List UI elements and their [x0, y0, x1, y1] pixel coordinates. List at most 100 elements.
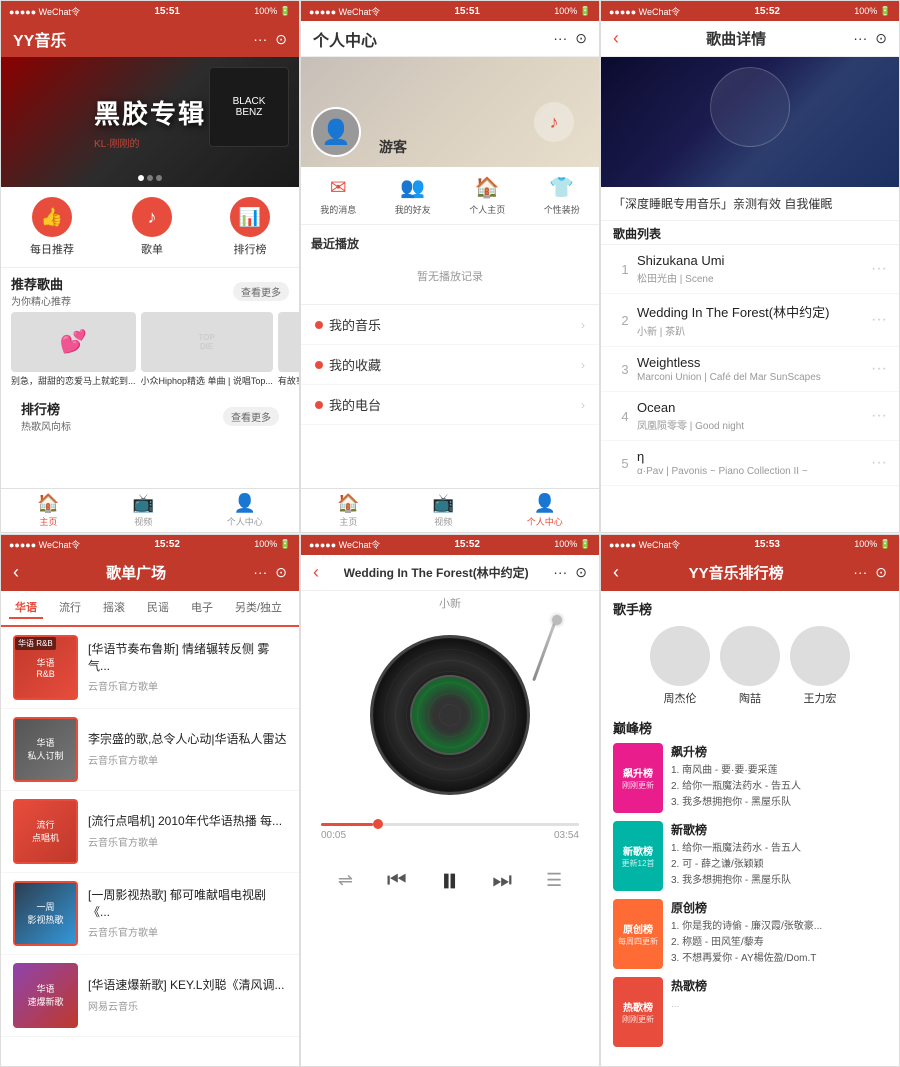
- battery-1: 100% 🔋: [254, 6, 291, 17]
- action-playlist[interactable]: ♪ 歌单: [132, 197, 172, 257]
- menu-left-radio: 我的电台: [315, 395, 381, 414]
- tab-friends-label: 我的好友: [395, 203, 431, 216]
- pl-item-3[interactable]: 流行点唱机 [流行点唱机] 2010年代华语热播 每... 云音乐官方歌单: [1, 791, 299, 873]
- pl-item-5[interactable]: 华语速爆新歌 [华语速爆新歌] KEY.L刘聪《清风调... 网易云音乐: [1, 955, 299, 1037]
- navbar-6: ‹ YY音乐排行榜 ··· ⊙: [601, 555, 899, 591]
- chart-item-1[interactable]: 飙升榜 刚刚更新 飙升榜 1. 南风曲 - 要·要·要采莲 2. 给你一瓶魔法药…: [613, 743, 887, 813]
- chart-item-2[interactable]: 新歌榜 更新12首 新歌榜 1. 给你一瓶魔法药水 - 告五人 2. 可 - 薛…: [613, 821, 887, 891]
- cat-folk[interactable]: 民谣: [141, 597, 175, 619]
- tab-style[interactable]: 👕 个性装扮: [525, 167, 600, 224]
- cat-electronic[interactable]: 电子: [185, 597, 219, 619]
- dots-icon-6[interactable]: ···: [853, 564, 867, 581]
- signal-4: ●●●●● WeChat令: [9, 538, 80, 551]
- cat-chinese[interactable]: 华语: [9, 597, 43, 619]
- chart-header: 排行榜 热歌风向标 查看更多: [11, 393, 289, 437]
- nav-profile-2[interactable]: 👤 个人中心: [527, 493, 563, 528]
- tab-friends[interactable]: 👥 我的好友: [376, 167, 451, 224]
- target-icon-2[interactable]: ⊙: [575, 30, 587, 47]
- profile-icon-1: 👤: [234, 493, 256, 514]
- status-bar-2: ●●●●● WeChat令 15:51 100% 🔋: [301, 1, 599, 21]
- action-icon-playlist: ♪: [132, 197, 172, 237]
- song-action-5[interactable]: ···: [871, 454, 887, 472]
- chart-item-4[interactable]: 热歌榜 刚刚更新 热歌榜 ...: [613, 977, 887, 1047]
- cat-light[interactable]: 轻音乐: [298, 597, 299, 619]
- target-icon-4[interactable]: ⊙: [275, 564, 287, 581]
- back-btn-4[interactable]: ‹: [13, 562, 19, 583]
- menu-item-music[interactable]: 我的音乐 ›: [301, 305, 599, 345]
- nav-video-2[interactable]: 📺 视频: [432, 493, 454, 528]
- singer-1[interactable]: 周杰伦: [650, 626, 710, 706]
- dots-icon-1[interactable]: ···: [253, 31, 267, 48]
- next-btn[interactable]: ⏭: [492, 867, 512, 893]
- song-row-4[interactable]: 4 Ocean 凤凰陨零零 | Good night ···: [601, 392, 899, 441]
- song-row-3[interactable]: 3 Weightless Marconi Union | Café del Ma…: [601, 347, 899, 392]
- song-action-2[interactable]: ···: [871, 311, 887, 329]
- cat-pop[interactable]: 流行: [53, 597, 87, 619]
- style-icon: 👕: [549, 175, 574, 200]
- shuffle-btn[interactable]: ⇌: [338, 870, 353, 891]
- navbar-icons-6: ··· ⊙: [853, 564, 887, 581]
- badge-sub-4: 刚刚更新: [622, 1014, 654, 1025]
- song-row-1[interactable]: 1 Shizukana Umi 松田光由 | Scene ···: [601, 245, 899, 294]
- username: 游客: [379, 137, 407, 157]
- target-icon-5[interactable]: ⊙: [575, 564, 587, 581]
- dots-icon-2[interactable]: ···: [553, 30, 567, 47]
- navbar-title-2: 个人中心: [313, 27, 377, 51]
- chart-more[interactable]: 查看更多: [223, 407, 279, 426]
- chart-item-3[interactable]: 原创榜 每周四更新 原创榜 1. 你是我的诗偷 - 廉汉霞/张敬豪... 2. …: [613, 899, 887, 969]
- pl-name-2: 李宗盛的歌,总令人心动|华语私人雷达: [88, 731, 287, 748]
- song-name-3: Weightless: [637, 355, 871, 370]
- singer-3[interactable]: 王力宏: [790, 626, 850, 706]
- song-action-4[interactable]: ···: [871, 407, 887, 425]
- nav-home-1[interactable]: 🏠 主页: [37, 493, 59, 528]
- nav-home-2[interactable]: 🏠 主页: [337, 493, 359, 528]
- tab-messages[interactable]: ✉ 我的消息: [301, 167, 376, 224]
- panel-player: ●●●●● WeChat令 15:52 100% 🔋 ‹ Wedding In …: [300, 534, 600, 1067]
- status-bar-5: ●●●●● WeChat令 15:52 100% 🔋: [301, 535, 599, 555]
- pl-item-1[interactable]: 华语 R&B 华语R&B [华语节奏布鲁斯] 情绪辗转反侧 雾气... 云音乐官…: [1, 627, 299, 709]
- cat-rock[interactable]: 摇滚: [97, 597, 131, 619]
- progress-bar[interactable]: [321, 823, 579, 826]
- artist-name: 小新: [301, 591, 599, 615]
- singer-2[interactable]: 陶喆: [720, 626, 780, 706]
- action-chart[interactable]: 📊 排行榜: [230, 197, 270, 257]
- play-btn[interactable]: ⏸: [440, 859, 458, 902]
- song-row-5[interactable]: 5 η α·Pav | Pavonis ~ Piano Collection I…: [601, 441, 899, 486]
- recommended-more[interactable]: 查看更多: [233, 282, 289, 301]
- rec-item-3[interactable]: 🎤 有故事的男生，唱着有故事的歌...: [278, 312, 299, 387]
- menu-item-radio[interactable]: 我的电台 ›: [301, 385, 599, 425]
- song-action-3[interactable]: ···: [871, 360, 887, 378]
- rec-item-1[interactable]: 💕 别急，甜甜的恋爱马上就蛇到...: [11, 312, 136, 387]
- song-num-2: 2: [613, 313, 637, 328]
- badge-sub-3: 每周四更新: [618, 936, 658, 947]
- rec-item-2[interactable]: TOPDIE 小众Hiphop精选 单曲 | 说唱Top...: [141, 312, 273, 387]
- progress-section: 00:05 03:54: [301, 815, 599, 849]
- song-row-2[interactable]: 2 Wedding In The Forest(林中约定) 小新 | 茶趴 ··…: [601, 294, 899, 347]
- pl-source-3: 云音乐官方歌单: [88, 834, 287, 849]
- back-btn-5[interactable]: ‹: [313, 562, 319, 583]
- status-bar-3: ●●●●● WeChat令 15:52 100% 🔋: [601, 1, 899, 21]
- menu-item-favorites[interactable]: 我的收藏 ›: [301, 345, 599, 385]
- target-icon-1[interactable]: ⊙: [275, 31, 287, 48]
- navbar-icons-1: ··· ⊙: [253, 31, 287, 48]
- playlist-btn[interactable]: ☰: [546, 870, 562, 891]
- back-btn-6[interactable]: ‹: [613, 562, 619, 583]
- action-daily[interactable]: 👍 每日推荐: [30, 197, 74, 257]
- target-icon-6[interactable]: ⊙: [875, 564, 887, 581]
- prev-btn[interactable]: ⏮: [387, 867, 407, 893]
- tab-homepage[interactable]: 🏠 个人主页: [450, 167, 525, 224]
- pl-item-4[interactable]: 一周影视热歌 [一周影视热歌] 郁可唯献唱电视剧《... 云音乐官方歌单: [1, 873, 299, 955]
- friends-icon: 👥: [400, 175, 425, 200]
- song-action-1[interactable]: ···: [871, 260, 887, 278]
- cat-indie[interactable]: 另类/独立: [229, 597, 288, 619]
- back-btn-3[interactable]: ‹: [613, 28, 619, 49]
- pl-item-2[interactable]: 华语私人订制 李宗盛的歌,总令人心动|华语私人雷达 云音乐官方歌单: [1, 709, 299, 791]
- song-name-2: Wedding In The Forest(林中约定): [637, 302, 871, 321]
- nav-profile-1[interactable]: 👤 个人中心: [227, 493, 263, 528]
- badge-title-3: 原创榜: [623, 921, 653, 936]
- dots-icon-4[interactable]: ···: [253, 564, 267, 581]
- dots-icon-3[interactable]: ···: [853, 30, 867, 47]
- target-icon-3[interactable]: ⊙: [875, 30, 887, 47]
- dots-icon-5[interactable]: ···: [553, 564, 567, 581]
- nav-video-1[interactable]: 📺 视频: [132, 493, 154, 528]
